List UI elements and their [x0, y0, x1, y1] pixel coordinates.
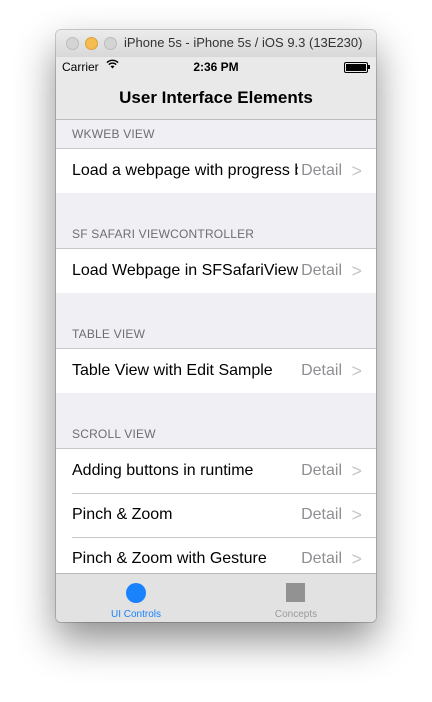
- row-detail: Detail: [299, 506, 342, 524]
- section-header-tableview: TABLE VIEW: [56, 320, 376, 349]
- minimize-button[interactable]: [85, 37, 98, 50]
- row-label: Load Webpage in SFSafariViewController: [72, 262, 298, 279]
- circle-icon: [126, 583, 146, 603]
- row-label: Pinch & Zoom: [72, 506, 173, 523]
- row-label: Table View with Edit Sample: [72, 362, 273, 379]
- row-label: Pinch & Zoom with Gesture: [72, 550, 267, 567]
- tab-bar: UI Controls Concepts: [56, 573, 376, 622]
- zoom-button[interactable]: [104, 37, 117, 50]
- table-row[interactable]: Pinch & Zoom Detail >: [56, 493, 376, 537]
- status-bar: Carrier 2:36 PM: [56, 57, 376, 77]
- section-header-wkwebview: WKWEB VIEW: [56, 120, 376, 149]
- table-row[interactable]: Load a webpage with progress bar Detail …: [56, 149, 376, 193]
- title-bar[interactable]: iPhone 5s - iPhone 5s / iOS 9.3 (13E230): [56, 30, 376, 58]
- battery-icon: [344, 62, 370, 73]
- row-detail: Detail: [299, 262, 342, 280]
- simulator-window: iPhone 5s - iPhone 5s / iOS 9.3 (13E230)…: [56, 30, 376, 622]
- window-title: iPhone 5s - iPhone 5s / iOS 9.3 (13E230): [124, 35, 363, 50]
- table-row[interactable]: Adding buttons in runtime Detail >: [56, 449, 376, 493]
- chevron-right-icon: >: [351, 461, 362, 481]
- square-icon: [286, 583, 305, 602]
- section-header-sfsafari: SF SAFARI VIEWCONTROLLER: [56, 220, 376, 249]
- tab-label: UI Controls: [110, 609, 161, 620]
- chevron-right-icon: >: [351, 361, 362, 381]
- row-detail: Detail: [299, 162, 342, 180]
- row-label: Adding buttons in runtime: [72, 462, 254, 479]
- table-row[interactable]: Table View with Edit Sample Detail >: [56, 349, 376, 393]
- page-title: User Interface Elements: [119, 88, 313, 107]
- row-detail: Detail: [299, 550, 342, 568]
- section-header-scrollview: SCROLL VIEW: [56, 420, 376, 449]
- tab-label: Concepts: [274, 609, 318, 620]
- tab-concepts[interactable]: Concepts: [216, 574, 376, 622]
- chevron-right-icon: >: [351, 505, 362, 525]
- chevron-right-icon: >: [351, 161, 362, 181]
- table-view[interactable]: WKWEB VIEW Load a webpage with progress …: [56, 120, 376, 573]
- table-row[interactable]: Load Webpage in SFSafariViewController D…: [56, 249, 376, 293]
- navigation-bar: User Interface Elements: [56, 77, 376, 120]
- row-detail: Detail: [299, 462, 342, 480]
- chevron-right-icon: >: [351, 549, 362, 569]
- chevron-right-icon: >: [351, 261, 362, 281]
- row-label: Load a webpage with progress bar: [72, 162, 298, 179]
- status-time: 2:36 PM: [193, 60, 239, 74]
- row-detail: Detail: [299, 362, 342, 380]
- table-row[interactable]: Pinch & Zoom with Gesture Detail >: [56, 537, 376, 573]
- close-button[interactable]: [66, 37, 79, 50]
- tab-ui-controls[interactable]: UI Controls: [56, 574, 216, 622]
